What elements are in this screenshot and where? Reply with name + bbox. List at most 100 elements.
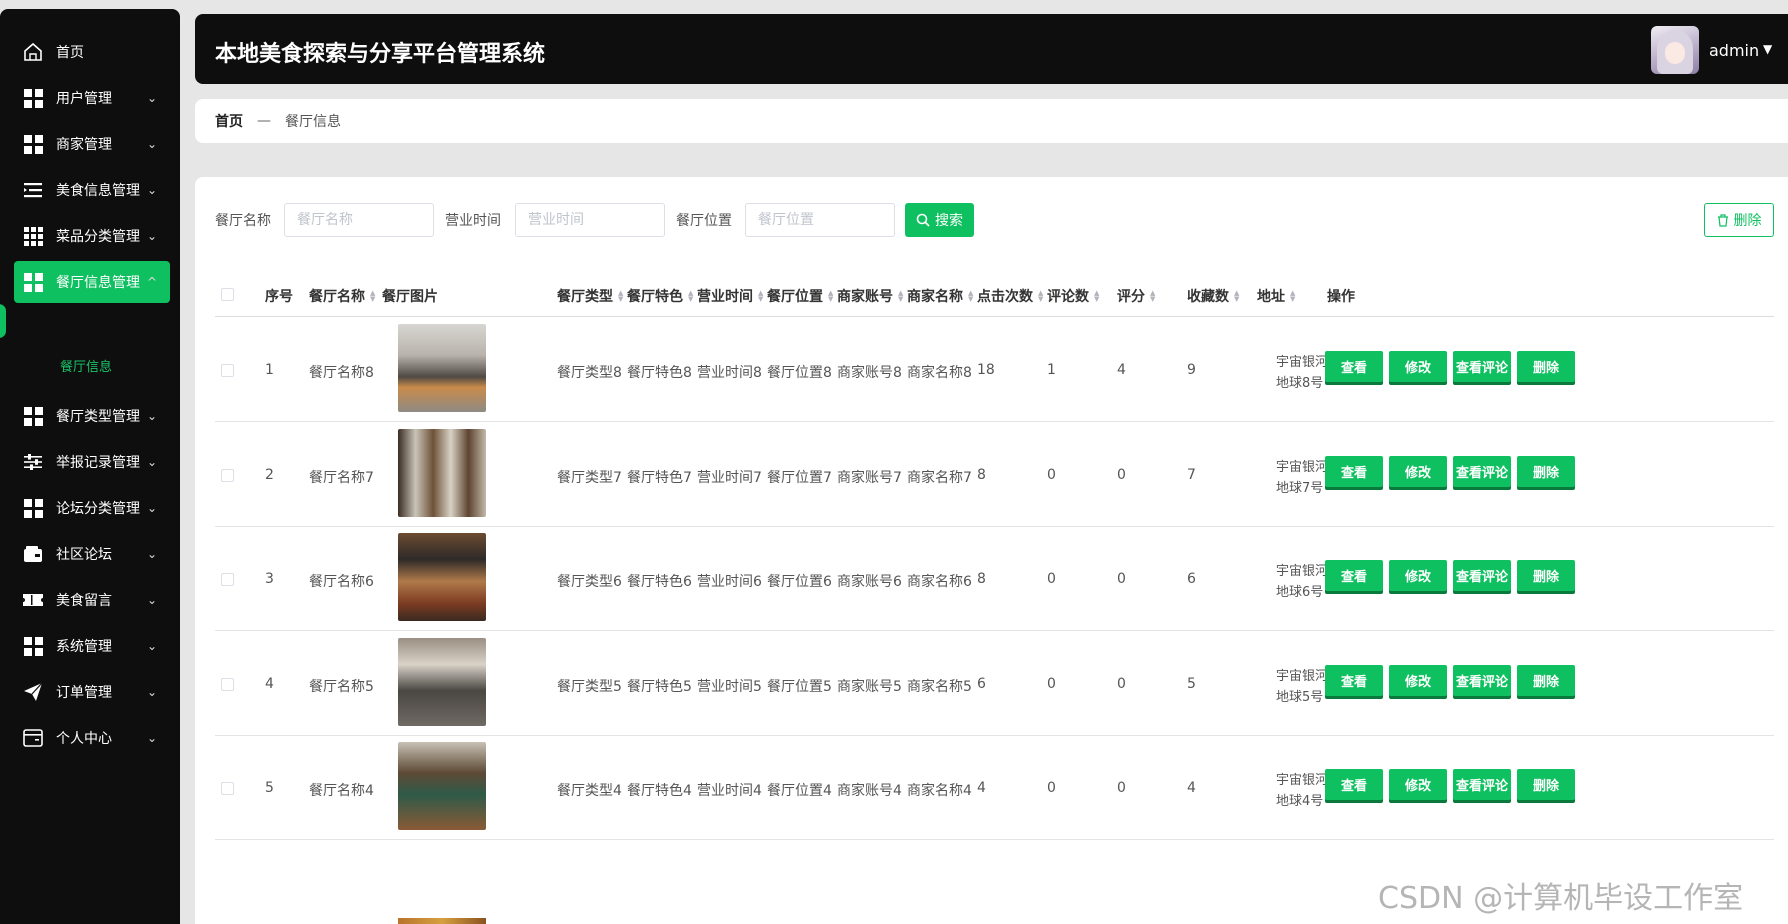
cell-score: 0 (1117, 466, 1126, 483)
filter-time-label: 营业时间 (445, 213, 501, 229)
sidebar-subitem-restaurant-info[interactable]: 餐厅信息 (60, 356, 112, 375)
restaurant-image (398, 637, 486, 726)
sidebar-item-profile[interactable]: 个人中心 ⌄ (14, 717, 170, 759)
delete-button[interactable]: 删除 (1517, 455, 1575, 487)
restaurant-location-input[interactable] (745, 203, 895, 237)
sidebar-item-restaurant-info[interactable]: 餐厅信息管理 ^ (14, 261, 170, 303)
col-header-feature[interactable]: 餐厅特色 ▲ ▼ (627, 286, 693, 306)
breadcrumb-home[interactable]: 首页 (215, 111, 243, 131)
grid-icon (22, 635, 44, 657)
restaurant-image (398, 533, 486, 621)
view-comments-button[interactable]: 查看评论 (1453, 351, 1511, 382)
edit-button[interactable]: 修改 (1389, 664, 1447, 696)
sliders-icon (22, 451, 44, 473)
row-checkbox[interactable] (221, 782, 234, 795)
cell-clicks: 8 (977, 571, 986, 587)
view-button[interactable]: 查看 (1325, 664, 1383, 696)
sidebar-item-merchants[interactable]: 商家管理 ⌄ (14, 123, 170, 165)
chevron-down-icon: ⌄ (146, 547, 158, 561)
row-checkbox[interactable] (221, 364, 234, 377)
cell-score: 4 (1117, 362, 1126, 378)
view-button[interactable]: 查看 (1325, 455, 1383, 487)
row-checkbox[interactable] (221, 468, 234, 482)
sidebar-item-forum-category[interactable]: 论坛分类管理 ⌄ (14, 487, 170, 529)
row-checkbox[interactable] (221, 677, 234, 691)
cell-name: 餐厅名称7 (309, 469, 374, 486)
sidebar-item-food-messages[interactable]: 美食留言 ⌄ (14, 579, 170, 621)
col-header-merchant[interactable]: 商家名称 ▲ ▼ (907, 286, 973, 306)
col-header-score[interactable]: 评分 ▲ ▼ (1117, 286, 1155, 306)
edit-button[interactable]: 修改 (1389, 769, 1447, 800)
cell-comments: 0 (1047, 571, 1056, 587)
sidebar-item-home[interactable]: 首页 (14, 31, 170, 73)
sidebar-item-label: 个人中心 (56, 731, 112, 747)
cell-merchant: 商家名称4 (907, 783, 972, 799)
cell-favorites: 6 (1187, 571, 1196, 587)
edit-button[interactable]: 修改 (1389, 455, 1447, 487)
col-header-hours[interactable]: 营业时间 ▲ ▼ (697, 286, 763, 306)
sidebar-item-food-info[interactable]: 美食信息管理 ⌄ (14, 169, 170, 211)
sidebar-item-orders[interactable]: 订单管理 ⌄ (14, 671, 170, 713)
cell-merchant: 商家名称6 (907, 574, 972, 590)
view-button[interactable]: 查看 (1325, 769, 1383, 800)
delete-button[interactable]: 删除 (1517, 351, 1575, 382)
row-checkbox[interactable] (221, 573, 234, 586)
delete-button[interactable]: 删除 (1517, 560, 1575, 591)
sidebar-item-dish-category[interactable]: 菜品分类管理 ⌄ (14, 215, 170, 257)
cell-favorites: 7 (1187, 466, 1196, 483)
search-button[interactable]: 搜索 (905, 203, 974, 237)
restaurant-name-input[interactable] (284, 203, 434, 237)
col-header-index: 序号 (265, 289, 293, 305)
cell-score: 0 (1117, 675, 1126, 692)
view-comments-button[interactable]: 查看评论 (1453, 560, 1511, 591)
avatar[interactable] (1651, 26, 1699, 74)
sort-icon: ▲ ▼ (968, 289, 974, 303)
col-header-address[interactable]: 地址 ▲ ▼ (1257, 286, 1295, 306)
cell-favorites: 9 (1187, 362, 1196, 378)
select-all-checkbox[interactable] (221, 288, 234, 301)
cell-favorites: 4 (1187, 780, 1196, 796)
sidebar-item-users[interactable]: 用户管理 ⌄ (14, 77, 170, 119)
col-header-location[interactable]: 餐厅位置 ▲ ▼ (767, 286, 833, 306)
business-hours-input[interactable] (515, 203, 665, 237)
view-button[interactable]: 查看 (1325, 351, 1383, 382)
delete-button[interactable]: 删除 (1517, 769, 1575, 800)
cell-account: 商家账号6 (837, 574, 902, 590)
cell-name: 餐厅名称5 (309, 678, 374, 695)
cell-clicks: 6 (977, 675, 986, 692)
sidebar-item-label: 餐厅类型管理 (56, 409, 140, 425)
table-header: 序号 餐厅名称 ▲ ▼ 餐厅图片 餐厅类型 ▲ ▼ 餐厅特色 ▲ ▼ 营业时间 ▲ ▼ 餐厅位置… (215, 271, 1774, 317)
user-name[interactable]: admin (1709, 41, 1759, 60)
caret-down-icon[interactable]: ▼ (1763, 42, 1772, 56)
view-comments-button[interactable]: 查看评论 (1453, 455, 1511, 487)
view-comments-button[interactable]: 查看评论 (1453, 769, 1511, 800)
col-header-clicks[interactable]: 点击次数 ▲ ▼ (977, 286, 1043, 306)
edit-button[interactable]: 修改 (1389, 351, 1447, 382)
cell-time: 营业时间5 (697, 678, 762, 695)
view-button[interactable]: 查看 (1325, 560, 1383, 591)
cell-time: 营业时间8 (697, 365, 762, 381)
sidebar-item-label: 订单管理 (56, 685, 112, 701)
chevron-down-icon: ⌄ (146, 409, 158, 423)
col-header-name[interactable]: 餐厅名称 ▲ ▼ (309, 286, 375, 306)
col-header-type[interactable]: 餐厅类型 ▲ ▼ (557, 286, 623, 306)
sidebar-item-restaurant-type[interactable]: 餐厅类型管理 ⌄ (14, 395, 170, 437)
filter-location-label: 餐厅位置 (676, 213, 732, 229)
cell-location: 餐厅位置6 (767, 574, 832, 590)
edit-button[interactable]: 修改 (1389, 560, 1447, 591)
chevron-up-icon: ^ (146, 275, 158, 289)
batch-delete-button[interactable]: 删除 (1704, 203, 1774, 237)
sort-icon: ▲ ▼ (1290, 289, 1296, 303)
sidebar-item-system[interactable]: 系统管理 ⌄ (14, 625, 170, 667)
sidebar-item-forum[interactable]: 社区论坛 ⌄ (14, 533, 170, 575)
breadcrumb: 首页 — 餐厅信息 (195, 99, 1788, 143)
col-header-account[interactable]: 商家账号 ▲ ▼ (837, 286, 903, 306)
sidebar-item-reports[interactable]: 举报记录管理 ⌄ (14, 441, 170, 483)
cell-type: 餐厅类型5 (557, 678, 622, 695)
delete-button[interactable]: 删除 (1517, 664, 1575, 696)
sidebar-item-label: 餐厅信息管理 (56, 275, 140, 291)
col-header-comments[interactable]: 评论数 ▲ ▼ (1047, 286, 1099, 306)
col-header-favorites[interactable]: 收藏数 ▲ ▼ (1187, 286, 1239, 306)
cell-time: 营业时间7 (697, 469, 762, 486)
view-comments-button[interactable]: 查看评论 (1453, 664, 1511, 696)
